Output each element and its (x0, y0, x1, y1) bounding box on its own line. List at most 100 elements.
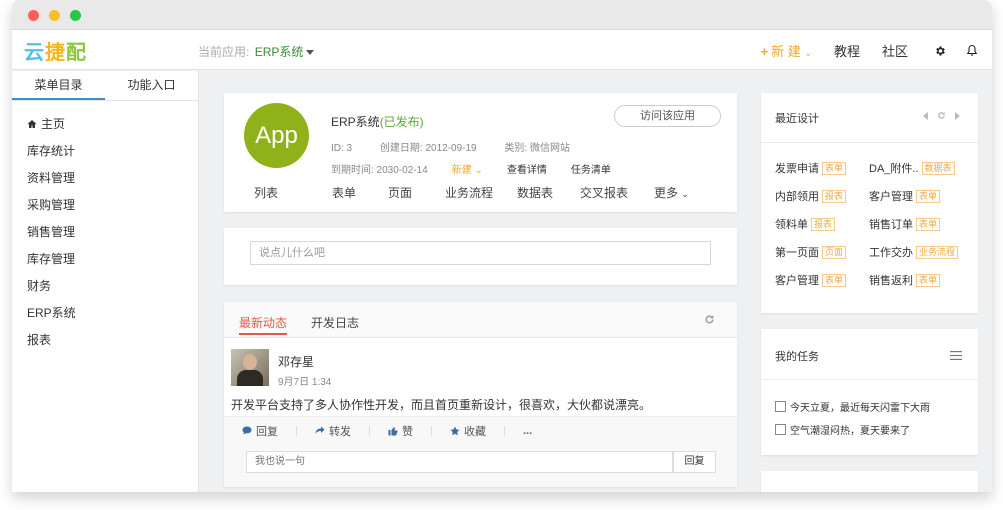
minimize-window-button[interactable] (49, 10, 60, 21)
avatar[interactable] (231, 349, 269, 386)
sidebar-item-inventory-stats[interactable]: 库存统计 (12, 138, 198, 165)
design-type-tag: 数据表 (921, 162, 955, 175)
app-id: ID: 3 (331, 143, 353, 154)
app-nav-workflow[interactable]: 业务流程 (445, 184, 517, 201)
recent-design-name: 领料单 (775, 219, 808, 231)
refresh-icon[interactable] (937, 111, 946, 120)
my-tasks-title: 我的任务 (775, 351, 819, 363)
app-nav-datatable[interactable]: 数据表 (517, 184, 580, 201)
app-name: ERP系统 (331, 115, 380, 129)
recent-design-name: 第一页面 (775, 247, 819, 259)
gear-icon[interactable] (932, 43, 948, 59)
task-item[interactable]: 今天立夏，最近每天闪雷下大雨 (775, 399, 930, 414)
recent-design-item[interactable]: 销售订单 表单 (869, 216, 941, 232)
share-icon (315, 426, 325, 435)
sidebar-item-finance[interactable]: 财务 (12, 273, 198, 300)
app-title: ERP系统(已发布) (331, 113, 424, 130)
task-list-link[interactable]: 任务清单 (571, 161, 611, 176)
community-link[interactable]: 社区 (882, 41, 908, 60)
app-status: (已发布) (379, 115, 424, 129)
task-checkbox[interactable] (775, 401, 786, 412)
recent-design-item[interactable]: 内部领用 报表 (775, 188, 847, 204)
design-type-tag: 表单 (822, 274, 847, 287)
reply-input[interactable]: 我也说一句 (246, 451, 673, 473)
recent-design-name: 客户管理 (775, 275, 819, 287)
divider (761, 379, 978, 380)
reply-submit-button[interactable]: 回复 (673, 451, 716, 473)
recent-designs-title: 最近设计 (775, 113, 819, 125)
reply-action[interactable]: 回复 (242, 423, 278, 439)
current-app-selector[interactable]: 当前应用: ERP系统 (198, 43, 315, 60)
app-nav-page[interactable]: 页面 (388, 184, 445, 201)
chevron-down-icon: ⌄ (804, 48, 812, 58)
header-actions: + 新 建 ⌄ 教程 社区 (761, 41, 980, 60)
recent-design-item[interactable]: 第一页面 页面 (775, 244, 847, 260)
chevron-right-icon[interactable] (954, 111, 960, 120)
bell-icon[interactable] (964, 43, 980, 59)
recent-designs-controls (915, 111, 960, 120)
visit-app-button[interactable]: 访问该应用 (614, 105, 721, 127)
comment-icon (242, 426, 252, 435)
recent-design-item[interactable]: 工作交办 业务流程 (869, 244, 959, 260)
chevron-left-icon[interactable] (923, 111, 929, 120)
recent-design-item[interactable]: 销售返利 表单 (869, 272, 941, 288)
sidebar-item-purchase-management[interactable]: 采购管理 (12, 192, 198, 219)
divider (504, 425, 505, 436)
menu-icon[interactable] (950, 349, 962, 363)
thumbs-up-icon (388, 426, 398, 436)
status-input[interactable]: 说点儿什么吧 (250, 241, 711, 265)
task-item[interactable]: 空气潮湿闷热，夏天要来了 (775, 422, 910, 437)
app-meta: ID: 3 创建日期: 2012-09-19 类别: 微信网站 (331, 139, 595, 154)
recent-design-name: DA_附件.. (869, 163, 919, 175)
star-icon (450, 426, 460, 436)
forward-action[interactable]: 转发 (315, 423, 351, 439)
activity-feed-card: 最新动态 开发日志 邓存星 9月7日 1:34 开发平台支持了多人协作性开发，而… (224, 302, 737, 487)
new-dropdown[interactable]: 新建 ⌄ (452, 161, 483, 176)
recent-design-item[interactable]: 客户管理 表单 (869, 188, 941, 204)
design-type-tag: 报表 (822, 190, 847, 203)
tutorial-link[interactable]: 教程 (834, 41, 860, 60)
new-dropdown-label: 新建 (451, 165, 472, 176)
caret-down-icon (306, 50, 315, 56)
favorite-action[interactable]: 收藏 (450, 423, 486, 439)
task-checkbox[interactable] (775, 424, 786, 435)
sidebar-item-inventory-management[interactable]: 库存管理 (12, 246, 198, 273)
sidebar-item-reports[interactable]: 报表 (12, 327, 198, 354)
forward-label: 转发 (329, 425, 351, 438)
new-button[interactable]: + 新 建 ⌄ (761, 41, 812, 60)
home-icon (27, 112, 37, 139)
like-action[interactable]: 赞 (388, 423, 413, 439)
app-nav-list[interactable]: 列表 (254, 184, 332, 201)
more-actions[interactable]: ... (523, 425, 532, 437)
sidebar-item-sales-management[interactable]: 销售管理 (12, 219, 198, 246)
sidebar-item-data-management[interactable]: 资料管理 (12, 165, 198, 192)
app-nav-crosstab[interactable]: 交叉报表 (580, 184, 654, 201)
task-label: 今天立夏，最近每天闪雷下大雨 (790, 403, 930, 414)
tab-latest-activity[interactable]: 最新动态 (239, 314, 288, 335)
like-label: 赞 (402, 425, 413, 438)
status-composer-card: 说点儿什么吧 (224, 228, 737, 285)
current-app-label: 当前应用: (198, 45, 250, 59)
recent-design-item[interactable]: DA_附件.. 数据表 (869, 160, 955, 176)
close-window-button[interactable] (28, 10, 39, 21)
app-nav-form[interactable]: 表单 (332, 184, 388, 201)
feed-tabs: 最新动态 开发日志 (224, 302, 737, 338)
divider (296, 425, 297, 436)
app-logo[interactable]: 云捷配 (24, 36, 87, 65)
recent-design-item[interactable]: 客户管理 表单 (775, 272, 847, 288)
tab-dev-log[interactable]: 开发日志 (311, 314, 359, 331)
my-tasks-card: 我的任务 今天立夏，最近每天闪雷下大雨 空气潮湿闷热，夏天要来了 (761, 329, 978, 455)
recent-design-item[interactable]: 领料单 报表 (775, 216, 836, 232)
post-author[interactable]: 邓存星 (278, 353, 314, 370)
logo-char: 云 (24, 40, 45, 64)
app-nav-more[interactable]: 更多 ⌄ (654, 184, 689, 201)
tab-menu-directory[interactable]: 菜单目录 (12, 71, 105, 100)
design-type-tag: 表单 (916, 218, 941, 231)
maximize-window-button[interactable] (70, 10, 81, 21)
sidebar-item-home[interactable]: 主页 (12, 111, 198, 138)
view-details-link[interactable]: 查看详情 (507, 161, 547, 176)
recent-design-item[interactable]: 发票申请 表单 (775, 160, 847, 176)
sidebar-item-erp-system[interactable]: ERP系统 (12, 300, 198, 327)
refresh-icon[interactable] (704, 314, 715, 328)
tab-function-entry[interactable]: 功能入口 (105, 71, 198, 100)
